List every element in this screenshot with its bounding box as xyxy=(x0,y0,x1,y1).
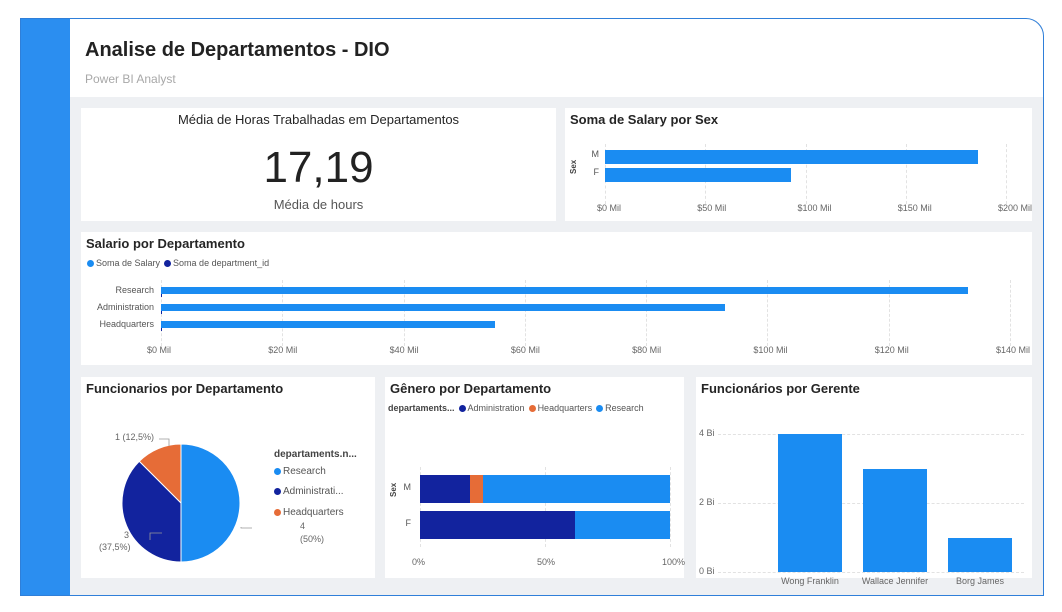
chart-title: Soma de Salary por Sex xyxy=(570,112,719,127)
gridline xyxy=(718,434,1024,436)
pie-legend-item[interactable]: Research xyxy=(274,466,326,477)
x-tick-label: $120 Mil xyxy=(874,345,909,355)
bar[interactable] xyxy=(863,468,927,572)
pie-slice[interactable] xyxy=(180,443,241,563)
bar-segment[interactable] xyxy=(482,475,670,503)
legend-title: departaments... xyxy=(388,403,455,413)
x-tick-label: $0 Mil xyxy=(147,345,172,355)
bar[interactable] xyxy=(948,537,1012,572)
x-tick-label: $80 Mil xyxy=(632,345,662,355)
x-tick-label: $100 Mil xyxy=(753,345,788,355)
bar[interactable] xyxy=(605,150,978,164)
legend-item[interactable]: Soma de Salary xyxy=(87,258,160,268)
legend-label: Administration xyxy=(467,403,525,413)
salary-by-department-chart[interactable]: Salario por Departamento Soma de Salary … xyxy=(81,232,1032,365)
report-header: Analise de Departamentos - DIO Power BI … xyxy=(70,19,1043,97)
legend-item[interactable]: Soma de department_id xyxy=(164,258,269,268)
y-category-label: Research xyxy=(115,285,154,295)
sidebar xyxy=(21,19,70,595)
pie-data-label: 4 xyxy=(300,521,306,531)
kpi-title: Média de Horas Trabalhadas em Departamen… xyxy=(177,112,460,127)
chart-legend: departaments... Administration Headquart… xyxy=(388,403,648,413)
y-tick-label: 2 Bi xyxy=(699,497,715,508)
x-tick-label: $0 Mil xyxy=(597,203,622,213)
legend-item[interactable]: Research xyxy=(596,403,644,413)
legend-item[interactable]: Headquarters xyxy=(528,403,593,413)
gridline xyxy=(1006,144,1007,204)
y-category-label: M xyxy=(591,149,600,159)
legend-label: Soma de department_id xyxy=(173,258,270,268)
pie-legend-item[interactable]: Headquarters xyxy=(274,507,344,518)
y-category-label: F xyxy=(593,167,600,177)
legend-label: Soma de Salary xyxy=(96,258,161,268)
x-tick-label: $40 Mil xyxy=(389,345,419,355)
x-tick-label: $20 Mil xyxy=(268,345,298,355)
x-tick-label: 50% xyxy=(537,557,556,567)
x-tick-label: 100% xyxy=(662,557,686,567)
legend-label: Headquarters xyxy=(537,403,593,413)
gridline xyxy=(1010,280,1011,346)
y-category-label: Administration xyxy=(96,302,154,312)
legend-label: Research xyxy=(605,403,644,413)
y-category-label: Headquarters xyxy=(99,319,154,329)
legend-label: Research xyxy=(283,466,326,477)
chart-title: Gênero por Departamento xyxy=(390,381,552,396)
legend-item[interactable]: Administration xyxy=(458,403,525,413)
employees-by-manager-chart[interactable]: Funcionários por Gerente 4 Bi 2 Bi 0 Bi Won… xyxy=(696,377,1032,586)
report-frame: Analise de Departamentos - DIO Power BI … xyxy=(20,18,1044,596)
x-tick-label: 0% xyxy=(412,557,426,567)
kpi-value: 17,19 xyxy=(263,143,374,192)
bar-secondary[interactable] xyxy=(161,328,162,331)
legend-label: Headquarters xyxy=(283,507,344,518)
employees-by-department-chart[interactable]: Funcionarios por Departamento departamen… xyxy=(81,377,375,578)
pie-legend-item[interactable]: Administrati... xyxy=(274,486,344,497)
pie-data-label: (37,5%) xyxy=(99,542,131,552)
chart-title: Salario por Departamento xyxy=(86,236,245,251)
pie-data-label: (50%) xyxy=(300,534,325,544)
bar[interactable] xyxy=(778,434,842,572)
chart-title: Funcionários por Gerente xyxy=(701,381,860,396)
bar-segment[interactable] xyxy=(420,475,470,503)
y-category-label: F xyxy=(405,518,412,528)
y-tick-label: 0 Bi xyxy=(699,566,715,576)
bar[interactable] xyxy=(161,287,968,294)
pie-data-label: 3 xyxy=(124,530,130,540)
x-tick-label: $60 Mil xyxy=(510,345,540,355)
gridline xyxy=(718,572,1024,573)
gender-by-department-chart[interactable]: Gênero por Departamento departaments... … xyxy=(385,377,686,578)
page-subtitle: Power BI Analyst xyxy=(85,72,176,86)
x-tick-label: $140 Mil xyxy=(996,345,1031,355)
chart-legend: Soma de Salary Soma de department_id xyxy=(87,258,273,268)
bar[interactable] xyxy=(605,168,792,182)
bar[interactable] xyxy=(161,321,495,328)
x-category-label: Borg James xyxy=(955,576,1005,586)
bar-segment[interactable] xyxy=(420,511,575,539)
bar-segment[interactable] xyxy=(470,475,483,503)
axis-title: Sex xyxy=(569,159,578,174)
salary-by-sex-chart[interactable]: Soma de Salary por Sex Sex $0 Mil $50 Mil… xyxy=(565,108,1032,221)
bar-secondary[interactable] xyxy=(161,294,162,297)
x-tick-label: $100 Mil xyxy=(797,203,832,213)
kpi-card[interactable]: Média de Horas Trabalhadas em Departamen… xyxy=(81,108,556,221)
kpi-label: Média de hours xyxy=(273,197,364,212)
x-category-label: Wallace Jennifer xyxy=(861,576,929,586)
bar[interactable] xyxy=(161,304,725,311)
legend-label: Administrati... xyxy=(283,486,344,497)
pie-leader-line xyxy=(240,527,252,529)
gridline xyxy=(670,467,671,547)
x-tick-label: $150 Mil xyxy=(897,203,932,213)
axis-title: Sex xyxy=(389,482,398,497)
x-category-label: Wong Franklin xyxy=(781,576,839,586)
y-category-label: M xyxy=(403,482,412,492)
bar-segment[interactable] xyxy=(575,511,670,539)
x-tick-label: $50 Mil xyxy=(697,203,727,213)
page-title: Analise de Departamentos - DIO xyxy=(85,39,390,61)
bar-secondary[interactable] xyxy=(161,311,162,314)
pie-data-label: 1 (12,5%) xyxy=(115,432,155,442)
pie-legend-title: departaments.n... xyxy=(274,449,357,460)
y-tick-label: 4 Bi xyxy=(699,428,715,439)
x-tick-label: $200 Mil xyxy=(998,203,1033,213)
